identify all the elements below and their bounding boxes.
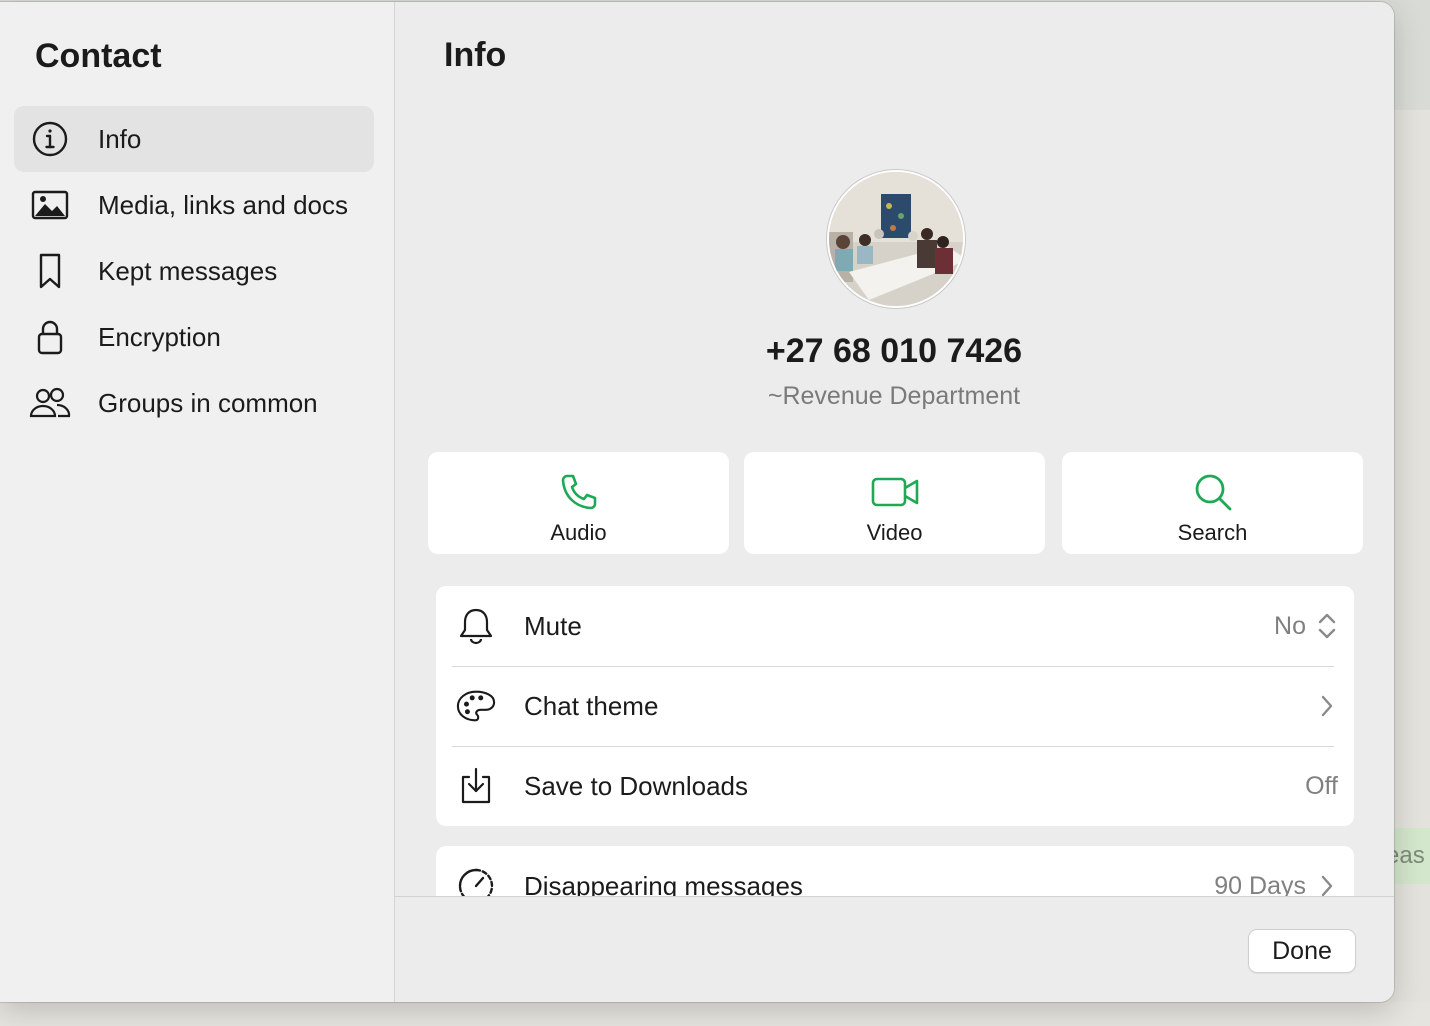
audio-call-button[interactable]: Audio [428, 452, 729, 554]
sheet-footer: Done [395, 896, 1394, 1002]
phone-icon [559, 472, 599, 512]
bell-icon [456, 606, 496, 646]
page-title: Info [444, 36, 507, 74]
avatar[interactable] [827, 170, 965, 308]
sidebar-item-label: Encryption [98, 321, 221, 352]
contact-phone: +27 68 010 7426 [765, 332, 1023, 370]
contact-info-sheet: Contact Info Media, links and docs Kept … [0, 2, 1394, 1002]
up-down-chevron-icon[interactable] [1316, 611, 1338, 641]
info-icon [28, 117, 72, 161]
action-buttons: Audio Video Search [428, 452, 1363, 554]
sidebar-item-info[interactable]: Info [14, 106, 374, 172]
audio-label: Audio [550, 520, 607, 545]
chat-theme-label: Chat theme [524, 690, 659, 721]
sidebar-item-label: Kept messages [98, 255, 278, 286]
avatar-photo [829, 172, 963, 306]
people-icon [28, 381, 72, 425]
image-icon [28, 183, 72, 227]
search-label: Search [1177, 520, 1248, 545]
save-to-downloads-row[interactable]: Save to Downloads Off [436, 746, 1354, 826]
chat-theme-row[interactable]: Chat theme [436, 666, 1354, 746]
sidebar-item-kept-messages[interactable]: Kept messages [14, 238, 374, 304]
video-label: Video [866, 520, 923, 545]
contact-name: ~Revenue Department [767, 382, 1021, 410]
sidebar-item-label: Groups in common [98, 387, 318, 418]
sidebar-item-label: Info [98, 123, 142, 154]
mute-label: Mute [524, 610, 582, 641]
video-camera-icon [871, 472, 919, 512]
lock-icon [28, 315, 72, 359]
sidebar: Contact Info Media, links and docs Kept … [0, 2, 395, 1002]
download-icon [456, 766, 496, 806]
sidebar-item-encryption[interactable]: Encryption [14, 304, 374, 370]
mute-row[interactable]: Mute No [436, 586, 1354, 666]
background-strip [0, 1002, 1430, 1026]
bookmark-icon [28, 249, 72, 293]
search-icon [1193, 472, 1233, 512]
sidebar-item-label: Media, links and docs [98, 189, 349, 220]
sidebar-nav: Info Media, links and docs Kept messages… [14, 106, 374, 436]
chat-settings-card: Mute No Chat theme Save to Downloads Off [436, 586, 1354, 826]
save-to-downloads-value: Off [1305, 771, 1338, 800]
sidebar-item-groups-in-common[interactable]: Groups in common [14, 370, 374, 436]
video-call-button[interactable]: Video [744, 452, 1045, 554]
search-button[interactable]: Search [1062, 452, 1363, 554]
sidebar-title: Contact [35, 37, 162, 75]
chevron-right-icon [1316, 874, 1338, 898]
chevron-right-icon [1316, 694, 1338, 718]
sidebar-item-media[interactable]: Media, links and docs [14, 172, 374, 238]
save-to-downloads-label: Save to Downloads [524, 770, 749, 801]
done-button[interactable]: Done [1249, 930, 1355, 972]
mute-value: No [1274, 611, 1306, 640]
info-panel: Info +27 68 010 7426 ~Revenue Department… [395, 2, 1394, 1002]
palette-icon [456, 686, 496, 726]
